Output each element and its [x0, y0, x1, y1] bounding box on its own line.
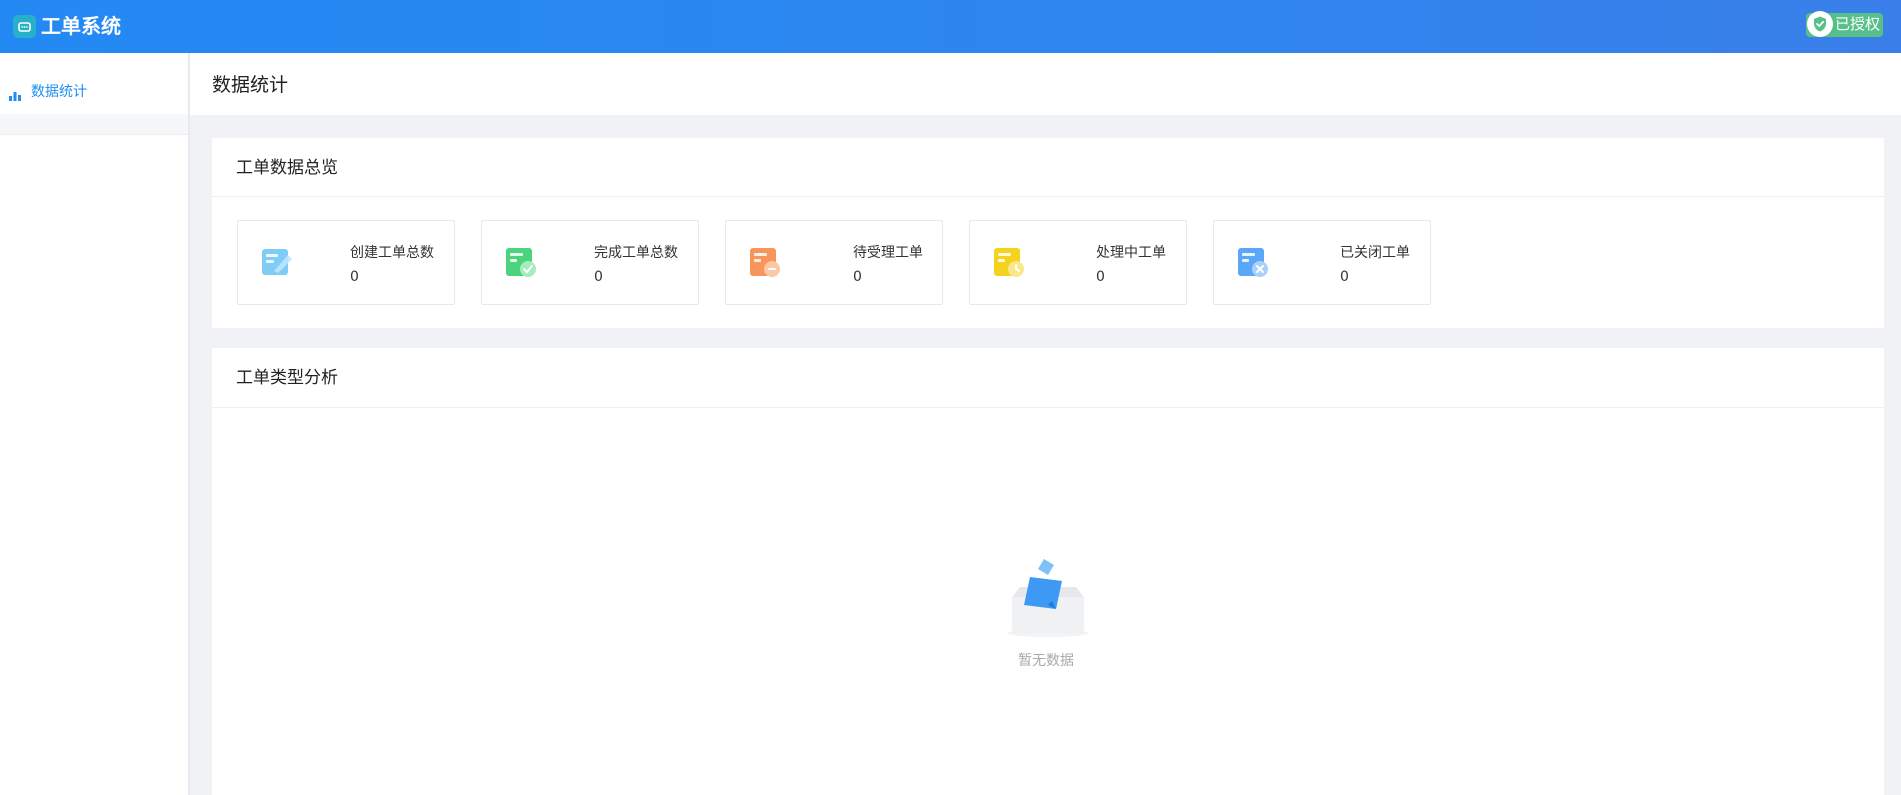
stat-value: 0 [853, 269, 862, 285]
analysis-title: 工单类型分析 [236, 368, 338, 388]
stat-value: 0 [594, 269, 603, 285]
top-bar [0, 0, 1901, 53]
stat-label: 完成工单总数 [594, 245, 678, 261]
stat-label: 创建工单总数 [350, 245, 434, 261]
pending-ticket-icon [748, 245, 782, 283]
headset-icon [13, 15, 36, 38]
page-header [190, 53, 1901, 115]
page-title: 数据统计 [212, 74, 289, 96]
empty-state-text: 暂无数据 [1018, 653, 1074, 669]
empty-box-icon [1004, 555, 1092, 644]
auth-label: 已授权 [1835, 15, 1881, 33]
stat-value: 0 [350, 269, 359, 285]
stat-value: 0 [1340, 269, 1349, 285]
shield-check-icon [1807, 11, 1833, 37]
sidebar [0, 53, 190, 795]
panel-divider [212, 196, 1884, 197]
panel-divider [212, 407, 1884, 408]
stat-label: 已关闭工单 [1340, 245, 1410, 261]
overview-title: 工单数据总览 [236, 158, 338, 178]
stat-card-created: 创建工单总数 0 [237, 220, 455, 305]
create-ticket-icon [260, 245, 294, 283]
bar-chart-icon [9, 86, 21, 105]
sidebar-item-statistics[interactable] [0, 69, 188, 97]
app-title: 工单系统 [41, 14, 121, 38]
stat-label: 待受理工单 [853, 245, 923, 261]
sidebar-divider [0, 114, 188, 135]
stat-label: 处理中工单 [1096, 245, 1166, 261]
stat-card-completed: 完成工单总数 0 [481, 220, 699, 305]
stat-card-processing: 处理中工单 0 [969, 220, 1187, 305]
completed-ticket-icon [504, 245, 538, 283]
stat-value: 0 [1096, 269, 1105, 285]
stat-card-closed: 已关闭工单 0 [1213, 220, 1431, 305]
sidebar-item-label: 数据统计 [31, 84, 87, 100]
stat-card-pending: 待受理工单 0 [725, 220, 943, 305]
processing-ticket-icon [992, 245, 1026, 283]
closed-ticket-icon [1236, 245, 1270, 283]
